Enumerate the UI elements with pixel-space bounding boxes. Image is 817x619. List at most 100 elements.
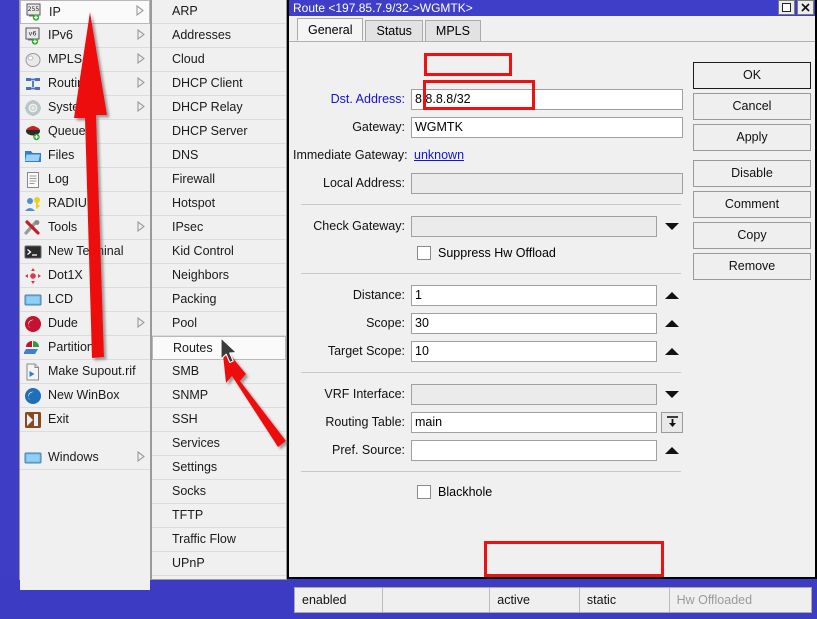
routing-table-input[interactable]: main: [411, 411, 657, 433]
route-form: Dst. Address: 8.8.8.8/32 Gateway: WGMTK …: [293, 87, 683, 503]
ip-submenu-item-firewall[interactable]: Firewall: [152, 168, 286, 192]
main-menu-item-system[interactable]: System: [20, 96, 150, 120]
target-scope-stepper-icon[interactable]: [661, 341, 683, 362]
suppress-hw-offload-checkbox[interactable]: [417, 246, 431, 260]
blackhole-checkbox[interactable]: [417, 485, 431, 499]
main-menu-item-log[interactable]: Log: [20, 168, 150, 192]
ip-submenu-item-traffic-flow[interactable]: Traffic Flow: [152, 528, 286, 552]
ip-submenu-item-routes[interactable]: Routes: [152, 336, 286, 360]
main-menu-item-new-terminal[interactable]: New Terminal: [20, 240, 150, 264]
ip-submenu-item-dns[interactable]: DNS: [152, 144, 286, 168]
scope-input[interactable]: 30: [411, 312, 657, 334]
main-menu-item-label: Make Supout.rif: [48, 364, 136, 379]
main-menu-item-exit[interactable]: Exit: [20, 408, 150, 432]
local-address-input[interactable]: [411, 172, 683, 194]
ip-submenu-item-ssh[interactable]: SSH: [152, 408, 286, 432]
ip-submenu-item-dhcp-relay[interactable]: DHCP Relay: [152, 96, 286, 120]
vrf-interface-label: VRF Interface:: [324, 387, 405, 401]
ip-submenu-item-addresses[interactable]: Addresses: [152, 24, 286, 48]
tools-icon: [24, 219, 42, 237]
ip-submenu-item-neighbors[interactable]: Neighbors: [152, 264, 286, 288]
main-menu-item-radius[interactable]: RADIUS: [20, 192, 150, 216]
submenu-chevron-icon: [137, 450, 145, 465]
apply-button[interactable]: Apply: [693, 124, 811, 151]
ip-submenu-item-ipsec[interactable]: IPsec: [152, 216, 286, 240]
dialog-titlebar: Route <197.85.7.9/32->WGMTK>: [289, 0, 815, 16]
pref-source-stepper-icon[interactable]: [661, 440, 683, 461]
ip-submenu-item-dhcp-client[interactable]: DHCP Client: [152, 72, 286, 96]
disable-button[interactable]: Disable: [693, 160, 811, 187]
ip-submenu-item-label: UPnP: [172, 556, 205, 571]
main-menu-item-files[interactable]: Files: [20, 144, 150, 168]
maximize-button[interactable]: [778, 0, 795, 15]
distance-stepper-icon[interactable]: [661, 285, 683, 306]
main-menu-item-ip[interactable]: 255 IP: [20, 0, 150, 24]
main-menu-item-queues[interactable]: Queues: [20, 120, 150, 144]
ip-submenu-item-smb[interactable]: SMB: [152, 360, 286, 384]
ip-submenu-item-hotspot[interactable]: Hotspot: [152, 192, 286, 216]
main-menu-item-label: Windows: [48, 450, 99, 465]
main-menu-item-label: Routing: [48, 76, 92, 91]
main-menu-item-mpls[interactable]: MPLS: [20, 48, 150, 72]
ip-submenu-item-label: DHCP Server: [172, 124, 248, 139]
routing-table-dropdown-icon[interactable]: [661, 411, 683, 433]
main-menu-item-make-supout-rif[interactable]: Make Supout.rif: [20, 360, 150, 384]
field-dst-address: Dst. Address: 8.8.8.8/32: [293, 87, 683, 111]
vrf-interface-input[interactable]: [411, 383, 657, 405]
field-blackhole[interactable]: Blackhole: [417, 481, 683, 503]
ip-submenu-item-services[interactable]: Services: [152, 432, 286, 456]
remove-button[interactable]: Remove: [693, 253, 811, 280]
cancel-button[interactable]: Cancel: [693, 93, 811, 120]
field-target-scope: Target Scope: 10: [293, 339, 683, 363]
main-menu-item-dot1x[interactable]: Dot1X: [20, 264, 150, 288]
close-icon[interactable]: [797, 0, 814, 15]
field-suppress-hw-offload[interactable]: Suppress Hw Offload: [417, 242, 683, 264]
ip-submenu-item-pool[interactable]: Pool: [152, 312, 286, 336]
ip-submenu-item-label: IPsec: [172, 220, 204, 235]
ip-submenu-item-snmp[interactable]: SNMP: [152, 384, 286, 408]
ip-submenu-item-cloud[interactable]: Cloud: [152, 48, 286, 72]
ok-button[interactable]: OK: [693, 62, 811, 89]
check-gateway-input[interactable]: [411, 215, 657, 237]
ip-submenu-item-dhcp-server[interactable]: DHCP Server: [152, 120, 286, 144]
status-cell-empty: [383, 588, 491, 612]
main-menu-item-ipv6[interactable]: v6 IPv6: [20, 24, 150, 48]
ip-submenu-item-socks[interactable]: Socks: [152, 480, 286, 504]
check-gateway-dropdown-icon[interactable]: [661, 216, 683, 237]
field-pref-source: Pref. Source:: [293, 438, 683, 462]
main-menu-item-new-winbox[interactable]: New WinBox: [20, 384, 150, 408]
submenu-chevron-icon: [137, 52, 145, 67]
main-menu-item-lcd[interactable]: LCD: [20, 288, 150, 312]
dialog-title: Route <197.85.7.9/32->WGMTK>: [293, 1, 473, 15]
tab-mpls[interactable]: MPLS: [424, 20, 481, 41]
ip-submenu-item-tftp[interactable]: TFTP: [152, 504, 286, 528]
submenu-chevron-icon: [136, 4, 144, 19]
main-menu-item-windows[interactable]: Windows: [20, 446, 150, 470]
main-menu-item-label: Queues: [48, 124, 92, 139]
tab-status[interactable]: Status: [365, 20, 423, 41]
main-menu-item-routing[interactable]: Routing: [20, 72, 150, 96]
copy-button[interactable]: Copy: [693, 222, 811, 249]
gateway-input[interactable]: WGMTK: [411, 116, 683, 138]
field-routing-table: Routing Table: main: [293, 410, 683, 434]
comment-button[interactable]: Comment: [693, 191, 811, 218]
pref-source-input[interactable]: [411, 439, 657, 461]
distance-input[interactable]: 1: [411, 284, 657, 306]
scope-stepper-icon[interactable]: [661, 313, 683, 334]
status-cell-enabled: enabled: [295, 588, 383, 612]
submenu-chevron-icon: [137, 76, 145, 91]
dst-address-input[interactable]: 8.8.8.8/32: [411, 88, 683, 110]
ip-submenu-item-settings[interactable]: Settings: [152, 456, 286, 480]
main-menu-item-label: LCD: [48, 292, 74, 307]
main-menu-item-tools[interactable]: Tools: [20, 216, 150, 240]
target-scope-input[interactable]: 10: [411, 340, 657, 362]
ip-submenu-item-kid-control[interactable]: Kid Control: [152, 240, 286, 264]
vrf-interface-dropdown-icon[interactable]: [661, 384, 683, 405]
immediate-gateway-link[interactable]: unknown: [414, 148, 464, 162]
ip-submenu-item-upnp[interactable]: UPnP: [152, 552, 286, 576]
ip-submenu-item-arp[interactable]: ARP: [152, 0, 286, 24]
ip-submenu-item-packing[interactable]: Packing: [152, 288, 286, 312]
main-menu-item-partition[interactable]: Partition: [20, 336, 150, 360]
tab-general[interactable]: General: [297, 18, 364, 41]
main-menu-item-dude[interactable]: Dude: [20, 312, 150, 336]
